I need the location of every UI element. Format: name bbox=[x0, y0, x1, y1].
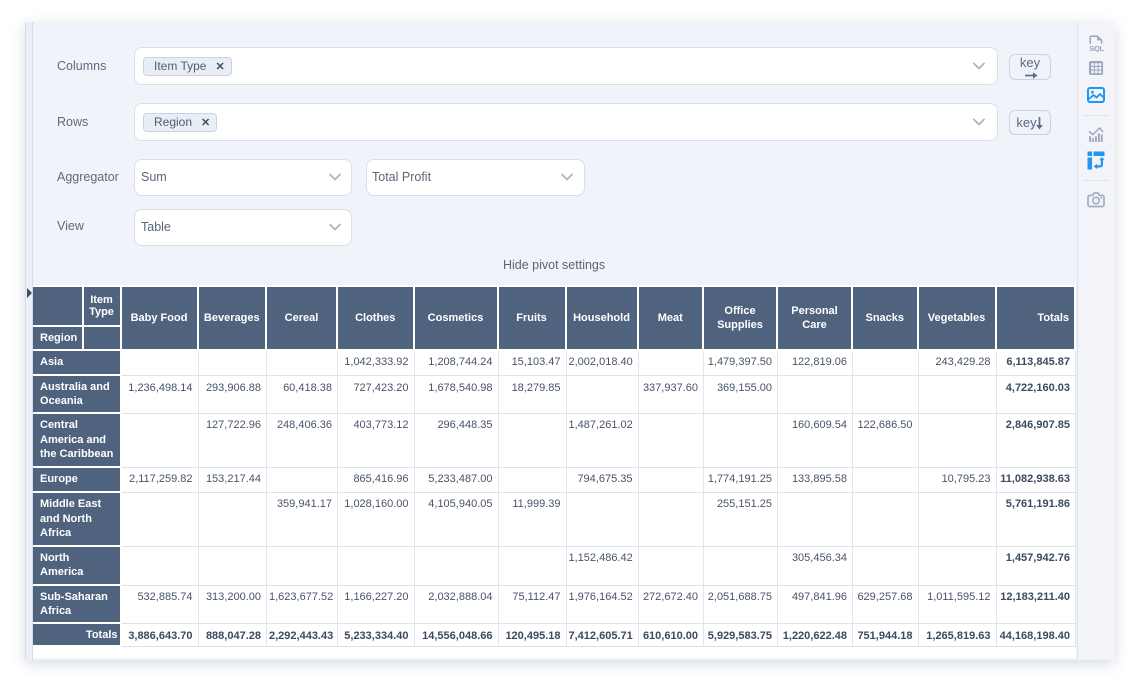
svg-text:SQL: SQL bbox=[1089, 44, 1104, 52]
